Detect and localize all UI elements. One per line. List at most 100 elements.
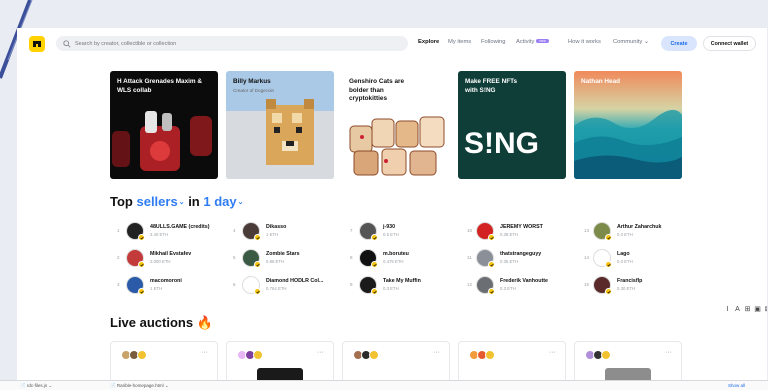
seller-rank: 12 (467, 282, 473, 287)
seller-rank: 8 (350, 255, 353, 260)
nav-my-items[interactable]: My items (448, 39, 471, 45)
nav-activity[interactable]: Activity new (516, 39, 549, 45)
seller-name: Francisflp (617, 278, 643, 284)
download-item-label: rdc-files.js (26, 383, 48, 388)
svg-text:S!NG: S!NG (464, 127, 539, 160)
seller-item[interactable]: 15 Francisflp 0.30 ETH (584, 276, 689, 296)
chevron-down-icon: ⌄ (642, 39, 649, 45)
featured-card-genshiro-cats[interactable]: Genshiro Cats are bolder than cryptokitt… (342, 71, 450, 179)
seller-rank: 3 (117, 282, 120, 287)
nav-community[interactable]: Community ⌄ (613, 39, 649, 45)
seller-item[interactable]: 5 Zombie Stars 0.86 ETH (233, 249, 338, 269)
verified-badge-icon (138, 288, 145, 295)
toolbar-tool-icon[interactable]: I (724, 306, 731, 313)
nav-how-it-works[interactable]: How it works (568, 39, 601, 45)
verified-badge-icon (371, 288, 378, 295)
toolbar-tool-icon[interactable]: ⊞ (744, 306, 751, 313)
toolbar-tool-icon[interactable]: ⊠ (764, 306, 767, 313)
logo-icon (33, 41, 41, 47)
auction-card[interactable]: ··· (110, 341, 218, 380)
in-label: in (188, 194, 200, 209)
seller-eth: 0.38 ETH (500, 232, 519, 237)
verified-badge-icon (254, 288, 261, 295)
seller-item[interactable]: 13 Arthur Zaharchuk 0.3 ETH (584, 222, 689, 242)
connect-wallet-button[interactable]: Connect wallet (703, 36, 756, 51)
seller-item[interactable]: 12 Frederik Vanhoutte 0.3 ETH (467, 276, 572, 296)
nav-activity-label: Activity (516, 39, 535, 45)
seller-eth: 0.3 ETH (383, 286, 399, 291)
seller-rank: 9 (350, 282, 353, 287)
rarible-logo[interactable] (29, 36, 45, 52)
auction-card[interactable]: ··· (226, 341, 334, 380)
avatar (485, 350, 495, 360)
more-options-icon[interactable]: ··· (665, 349, 672, 356)
toolbar-tool-icon[interactable]: A (734, 306, 741, 313)
seller-item[interactable]: 11 thatstrangeguyy 0.35 ETH (467, 249, 572, 269)
featured-card-grenades[interactable]: H Attack Grenades Maxim & WLS collab (110, 71, 218, 179)
nav-following[interactable]: Following (481, 39, 506, 45)
seller-item[interactable]: 6 Diamond HODLR Col... 0.764 ETH (233, 276, 338, 296)
seller-rank: 13 (584, 228, 590, 233)
more-options-icon[interactable]: ··· (549, 349, 556, 356)
auction-card[interactable]: ··· (342, 341, 450, 380)
seller-item[interactable]: 14 Lago 0.3 ETH (584, 249, 689, 269)
seller-name: Lago (617, 251, 630, 257)
seller-eth: 3.40 ETH (150, 232, 169, 237)
auction-avatars (585, 350, 611, 360)
seller-rank: 10 (467, 228, 473, 233)
verified-badge-icon (488, 288, 495, 295)
activity-new-badge: new (536, 39, 549, 43)
search-bar[interactable] (56, 36, 408, 51)
seller-item[interactable]: 1 48ULLS.GAME (credits) 3.40 ETH (117, 222, 222, 242)
featured-card-nathan-head[interactable]: Nathan Head (574, 71, 682, 179)
seller-name: Zombie Stars (266, 251, 300, 257)
seller-item[interactable]: 2 Mikhail Evstafev 2.000 ETH (117, 249, 222, 269)
avatar (137, 350, 147, 360)
more-options-icon[interactable]: ··· (317, 349, 324, 356)
seller-rank: 6 (233, 282, 236, 287)
verified-badge-icon (605, 261, 612, 268)
more-options-icon[interactable]: ··· (201, 349, 208, 356)
featured-card-sing[interactable]: S!NG Make FREE NFTs with S!NG (458, 71, 566, 179)
seller-rank: 14 (584, 255, 590, 260)
download-item[interactable]: 📄 rdc-files.js ⌄ (20, 383, 52, 389)
seller-rank: 7 (350, 228, 353, 233)
nav-explore[interactable]: Explore (418, 39, 439, 45)
download-item[interactable]: 📄 Rarible-homepage.html ⌄ (110, 383, 169, 389)
create-button[interactable]: Create (661, 36, 697, 51)
live-auctions-heading: Live auctions 🔥 (110, 315, 213, 331)
period-dropdown[interactable]: 1 day⌄ (203, 194, 243, 209)
seller-item[interactable]: 7 j-930 0.5 ETH (350, 222, 455, 242)
auction-card[interactable]: ··· (458, 341, 566, 380)
avatar (253, 350, 263, 360)
fire-icon: 🔥 (196, 315, 213, 330)
toolbar-tool-icon[interactable]: ▣ (754, 306, 761, 313)
live-auctions-title: Live auctions (110, 315, 194, 330)
seller-eth: 0.764 ETH (266, 286, 287, 291)
auction-avatars (121, 350, 147, 360)
seller-name: Arthur Zaharchuk (617, 224, 662, 230)
sellers-dropdown[interactable]: sellers⌄ (136, 194, 184, 209)
show-all-button[interactable]: Show all (728, 383, 745, 388)
featured-card-billy-markus[interactable]: Billy Markus Creator of Dogecoin (226, 71, 334, 179)
seller-name: Diamond HODLR Col... (266, 278, 324, 284)
seller-eth: 0.86 ETH (266, 259, 285, 264)
seller-item[interactable]: 3 macomoroni 1 ETH (117, 276, 222, 296)
seller-item[interactable]: 8 m.boruteu 0.475 ETH (350, 249, 455, 269)
seller-name: JEREMY WORST (500, 224, 543, 230)
seller-item[interactable]: 9 Take My Muffin 0.3 ETH (350, 276, 455, 296)
seller-item[interactable]: 4 Dikasso 1 ETH (233, 222, 338, 242)
seller-item[interactable]: 10 JEREMY WORST 0.38 ETH (467, 222, 572, 242)
auction-preview (257, 368, 303, 380)
auction-card[interactable]: ··· (574, 341, 682, 380)
search-input[interactable] (75, 40, 375, 47)
verified-badge-icon (254, 234, 261, 241)
auction-preview (141, 368, 187, 380)
more-options-icon[interactable]: ··· (433, 349, 440, 356)
seller-eth: 0.3 ETH (617, 232, 633, 237)
rarible-page: Explore My items Following Activitynew H… (17, 28, 767, 380)
verified-badge-icon (254, 261, 261, 268)
seller-eth: 1 ETH (150, 286, 163, 291)
period-dropdown-label: 1 day (203, 194, 237, 209)
top-navbar: Explore My items Following Activitynew H… (17, 28, 767, 58)
